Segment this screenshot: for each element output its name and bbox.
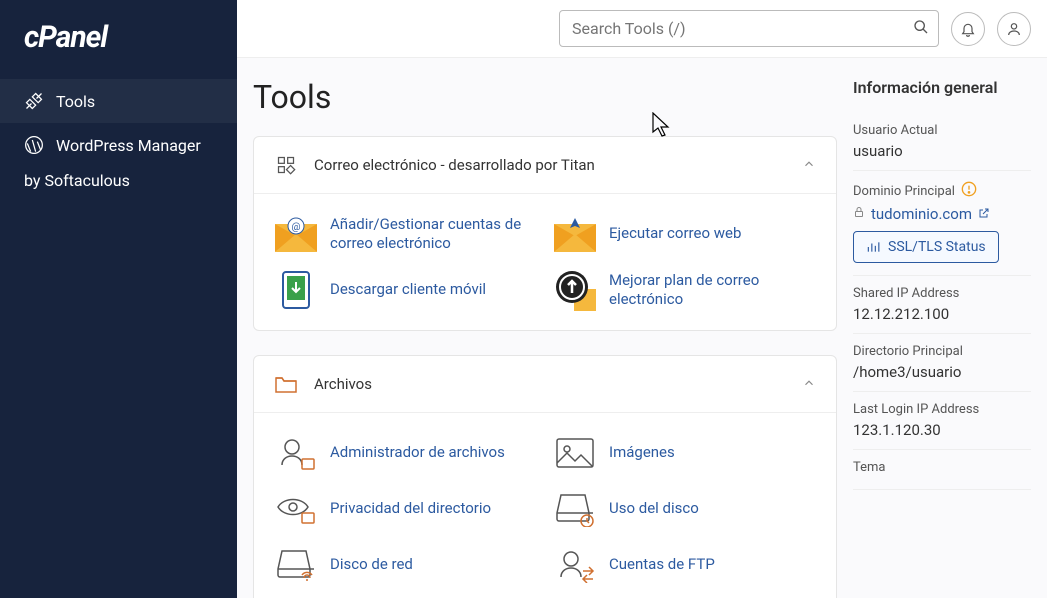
lock-icon bbox=[853, 205, 865, 223]
info-value: tudominio.com bbox=[853, 205, 1031, 223]
eye-folder-icon bbox=[274, 487, 318, 531]
tool-label: Mejorar plan de correo electrónico bbox=[609, 271, 816, 310]
chevron-up-icon bbox=[802, 375, 816, 394]
content: Tools Correo electrónico - desarrollado … bbox=[237, 58, 1047, 598]
left-column: Tools Correo electrónico - desarrollado … bbox=[253, 78, 837, 578]
page-title: Tools bbox=[253, 78, 837, 116]
tool-file-manager[interactable]: Administrador de archivos bbox=[274, 431, 537, 475]
warning-icon bbox=[961, 181, 977, 201]
chevron-up-icon bbox=[802, 156, 816, 175]
info-home-dir: Directorio Principal /home3/usuario bbox=[853, 334, 1031, 392]
user-transfer-icon bbox=[553, 543, 597, 587]
notifications-button[interactable] bbox=[951, 12, 985, 46]
panel-header-email[interactable]: Correo electrónico - desarrollado por Ti… bbox=[254, 137, 836, 194]
domain-link[interactable]: tudominio.com bbox=[871, 205, 972, 223]
info-panel: Información general Usuario Actual usuar… bbox=[853, 78, 1031, 578]
panel-body-email: @ Añadir/Gestionar cuentas de correo ele… bbox=[254, 194, 836, 330]
tool-network-disk[interactable]: Disco de red bbox=[274, 543, 537, 587]
sidebar-item-label: WordPress Manager bbox=[56, 136, 201, 155]
panel-email: Correo electrónico - desarrollado por Ti… bbox=[253, 136, 837, 331]
disk-clock-icon bbox=[553, 487, 597, 531]
svg-text:@: @ bbox=[292, 222, 301, 233]
info-theme: Tema bbox=[853, 450, 1031, 490]
bars-icon bbox=[866, 240, 880, 254]
info-shared-ip: Shared IP Address 12.12.212.100 bbox=[853, 276, 1031, 334]
external-link-icon bbox=[978, 205, 990, 223]
panel-body-files: Administrador de archivos Imágenes Priva… bbox=[254, 413, 836, 598]
panel-files: Archivos Administrador de archivos bbox=[253, 355, 837, 598]
info-label: Tema bbox=[853, 460, 1031, 475]
panel-header-files[interactable]: Archivos bbox=[254, 356, 836, 413]
tool-disk-usage[interactable]: Uso del disco bbox=[553, 487, 816, 531]
info-main-domain: Dominio Principal tudominio.com bbox=[853, 171, 1031, 276]
sidebar-item-tools[interactable]: Tools bbox=[0, 79, 237, 123]
apps-grid-icon bbox=[274, 153, 298, 177]
info-value: 12.12.212.100 bbox=[853, 305, 1031, 323]
tool-download-mobile-client[interactable]: Descargar cliente móvil bbox=[274, 268, 537, 312]
topbar bbox=[237, 0, 1047, 58]
sidebar-sub-text: by Softaculous bbox=[0, 167, 237, 202]
sidebar-item-wordpress[interactable]: WordPress Manager bbox=[0, 123, 237, 167]
wordpress-icon bbox=[24, 135, 44, 155]
tool-execute-webmail[interactable]: Ejecutar correo web bbox=[553, 212, 816, 256]
info-label: Usuario Actual bbox=[853, 123, 1031, 138]
info-label: Dominio Principal bbox=[853, 181, 1031, 201]
info-label: Directorio Principal bbox=[853, 344, 1031, 359]
picture-icon bbox=[553, 431, 597, 475]
tool-ftp-accounts[interactable]: Cuentas de FTP bbox=[553, 543, 816, 587]
info-value: 123.1.120.30 bbox=[853, 421, 1031, 439]
upgrade-icon bbox=[553, 268, 597, 312]
tool-label: Privacidad del directorio bbox=[330, 499, 491, 519]
sidebar: cPanel Tools WordPress Manager by Softac… bbox=[0, 0, 237, 598]
folder-icon bbox=[274, 372, 298, 396]
phone-download-icon bbox=[274, 268, 318, 312]
info-value: /home3/usuario bbox=[853, 363, 1031, 381]
ssl-status-button[interactable]: SSL/TLS Status bbox=[853, 231, 999, 263]
tool-label: Imágenes bbox=[609, 443, 675, 463]
info-last-login: Last Login IP Address 123.1.120.30 bbox=[853, 392, 1031, 450]
sidebar-item-label: Tools bbox=[56, 92, 95, 111]
tool-label: Añadir/Gestionar cuentas de correo elect… bbox=[330, 215, 537, 254]
info-label: Shared IP Address bbox=[853, 286, 1031, 301]
tool-add-email-accounts[interactable]: @ Añadir/Gestionar cuentas de correo ele… bbox=[274, 212, 537, 256]
tools-icon bbox=[24, 91, 44, 111]
bell-icon bbox=[960, 21, 976, 37]
user-icon bbox=[1006, 21, 1022, 37]
panel-title: Archivos bbox=[314, 375, 786, 393]
search-input[interactable] bbox=[559, 10, 939, 47]
tool-directory-privacy[interactable]: Privacidad del directorio bbox=[274, 487, 537, 531]
tool-label: Disco de red bbox=[330, 555, 413, 575]
info-current-user: Usuario Actual usuario bbox=[853, 113, 1031, 171]
envelope-at-icon: @ bbox=[274, 212, 318, 256]
tool-label: Descargar cliente móvil bbox=[330, 280, 486, 300]
tool-images[interactable]: Imágenes bbox=[553, 431, 816, 475]
info-label: Last Login IP Address bbox=[853, 402, 1031, 417]
disk-wifi-icon bbox=[274, 543, 318, 587]
info-title: Información general bbox=[853, 78, 1031, 97]
search-icon bbox=[913, 19, 929, 39]
tool-label: Ejecutar correo web bbox=[609, 224, 741, 244]
envelope-rocket-icon bbox=[553, 212, 597, 256]
tool-label: Uso del disco bbox=[609, 499, 699, 519]
logo: cPanel bbox=[0, 20, 237, 79]
search-wrap bbox=[559, 10, 939, 47]
tool-label: Cuentas de FTP bbox=[609, 555, 715, 575]
tool-upgrade-email-plan[interactable]: Mejorar plan de correo electrónico bbox=[553, 268, 816, 312]
panel-title: Correo electrónico - desarrollado por Ti… bbox=[314, 156, 786, 174]
info-value: usuario bbox=[853, 142, 1031, 160]
user-folder-icon bbox=[274, 431, 318, 475]
account-button[interactable] bbox=[997, 12, 1031, 46]
main: Tools Correo electrónico - desarrollado … bbox=[237, 0, 1047, 598]
tool-label: Administrador de archivos bbox=[330, 443, 505, 463]
